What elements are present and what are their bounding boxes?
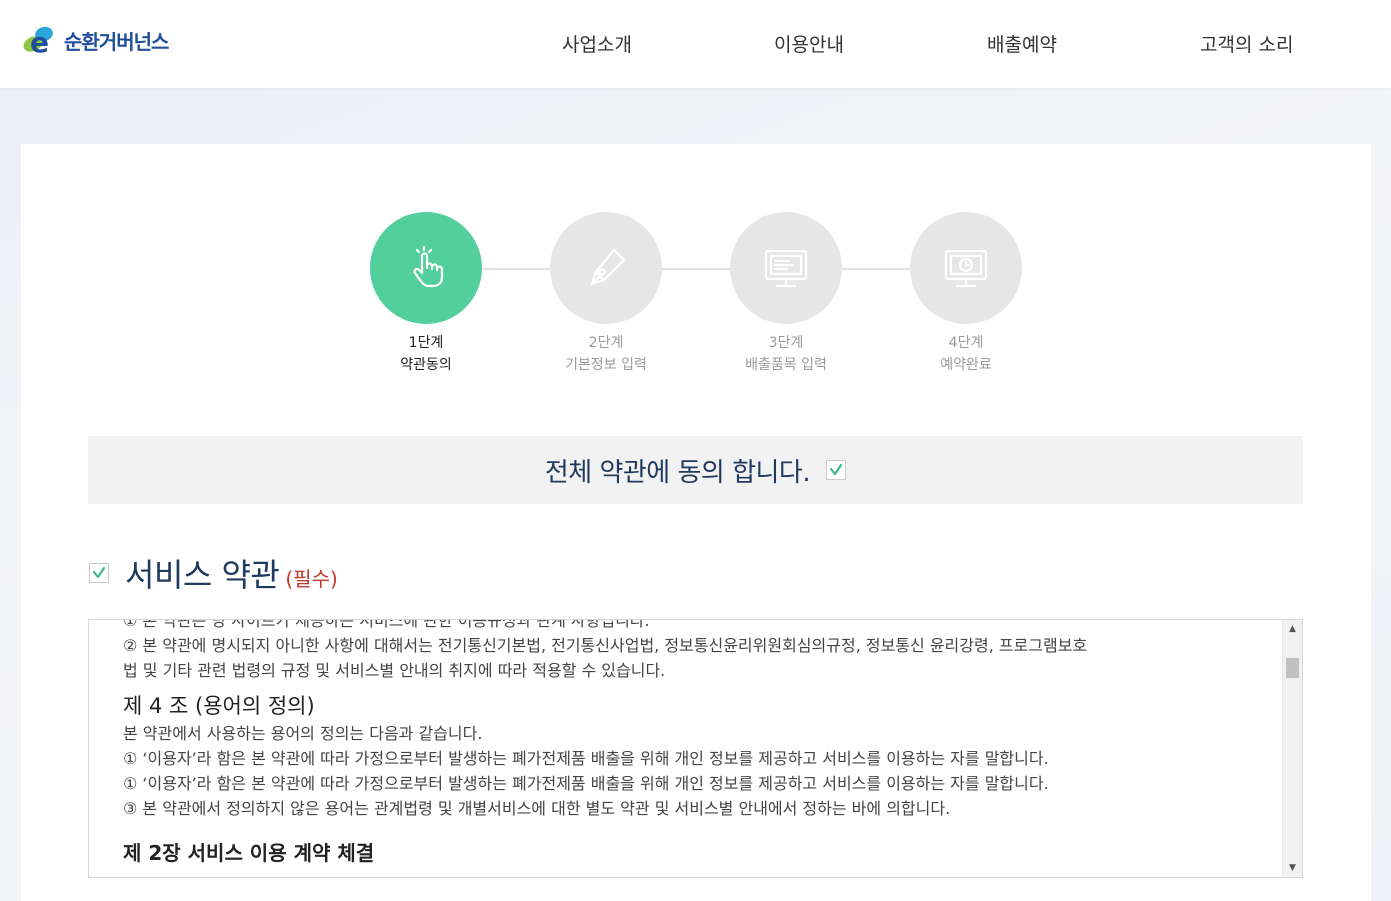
step-2-circle <box>550 212 662 324</box>
scroll-thumb[interactable] <box>1286 658 1299 678</box>
terms-content: ① 본 약관은 당 사이트가 제공하는 서비스에 관한 이용규정과 관계 사항입… <box>123 619 1263 866</box>
service-terms-heading: 서비스 약관 (필수) <box>89 550 338 596</box>
check-icon <box>92 566 106 579</box>
terms-line: ③ 본 약관에서 정의하지 않은 용어는 관계법령 및 개별서비스에 대한 별도… <box>123 799 951 818</box>
site-header: e 순환거버넌스 사업소개 이용안내 배출예약 고객의 소리 <box>0 0 1391 88</box>
required-badge: (필수) <box>285 566 338 591</box>
main-card: 1단계 약관동의 2단계 기본정보 입력 3단계 배출품목 입력 4단계 예약완… <box>21 144 1371 901</box>
nav-item-customer-voice[interactable]: 고객의 소리 <box>1200 30 1293 57</box>
monitor-clock-icon <box>944 249 988 288</box>
step-2: 2단계 기본정보 입력 <box>550 212 662 376</box>
step-3-circle <box>730 212 842 324</box>
service-terms-title: 서비스 약관 <box>125 556 280 594</box>
nav-item-business[interactable]: 사업소개 <box>562 30 632 57</box>
terms-line: ① ‘이용자’라 함은 본 약관에 따라 가정으로부터 발생하는 폐가전제품 배… <box>123 774 1049 793</box>
terms-scroll-box[interactable]: ① 본 약관은 당 사이트가 제공하는 서비스에 관한 이용규정과 관계 사항입… <box>88 619 1303 878</box>
step-3: 3단계 배출품목 입력 <box>730 212 842 376</box>
pen-icon <box>590 248 626 286</box>
nav-item-guide[interactable]: 이용안내 <box>774 30 844 57</box>
scroll-up-arrow-icon[interactable]: ▲ <box>1283 620 1302 638</box>
terms-line: ② 본 약관에 명시되지 아니한 사항에 대해서는 전기통신기본법, 전기통신사… <box>123 636 1088 655</box>
chapter-2-title: 제 2장 서비스 이용 계약 체결 <box>123 841 375 865</box>
article-4-title: 제 4 조 (용어의 정의) <box>123 694 315 718</box>
step-connector <box>842 268 910 270</box>
agree-all-checkbox[interactable] <box>826 460 847 480</box>
terms-line: 본 약관에서 사용하는 용어의 정의는 다음과 같습니다. <box>123 724 483 743</box>
step-1-label: 1단계 약관동의 <box>400 335 452 373</box>
progress-steps: 1단계 약관동의 2단계 기본정보 입력 3단계 배출품목 입력 4단계 예약완… <box>21 212 1371 382</box>
check-icon <box>830 463 843 476</box>
terms-line: ① ‘이용자’라 함은 본 약관에 따라 가정으로부터 발생하는 폐가전제품 배… <box>123 749 1049 768</box>
step-connector <box>482 268 550 270</box>
step-connector <box>662 268 730 270</box>
hand-pointer-icon <box>413 245 444 288</box>
nav-item-reservation[interactable]: 배출예약 <box>987 30 1057 57</box>
step-1-circle <box>370 212 482 324</box>
terms-scrollbar[interactable]: ▲ ▼ <box>1282 620 1302 877</box>
step-4: 4단계 예약완료 <box>910 212 1022 376</box>
step-4-circle <box>910 212 1022 324</box>
step-1: 1단계 약관동의 <box>370 212 482 376</box>
step-3-label: 3단계 배출품목 입력 <box>745 335 827 373</box>
monitor-list-icon <box>764 249 808 288</box>
service-terms-checkbox[interactable] <box>89 563 109 583</box>
scroll-down-arrow-icon[interactable]: ▼ <box>1283 859 1302 877</box>
agree-all-label: 전체 약관에 동의 합니다. <box>544 457 811 488</box>
step-2-label: 2단계 기본정보 입력 <box>565 335 647 373</box>
main-nav: 사업소개 이용안내 배출예약 고객의 소리 <box>0 30 1391 60</box>
step-4-label: 4단계 예약완료 <box>940 335 992 373</box>
terms-line: 법 및 기타 관련 법령의 규정 및 서비스별 안내의 취지에 따라 적용할 수… <box>123 661 666 680</box>
terms-line: ① 본 약관은 당 사이트가 제공하는 서비스에 관한 이용규정과 관계 사항입… <box>123 619 650 630</box>
agree-all-bar: 전체 약관에 동의 합니다. <box>88 436 1303 504</box>
